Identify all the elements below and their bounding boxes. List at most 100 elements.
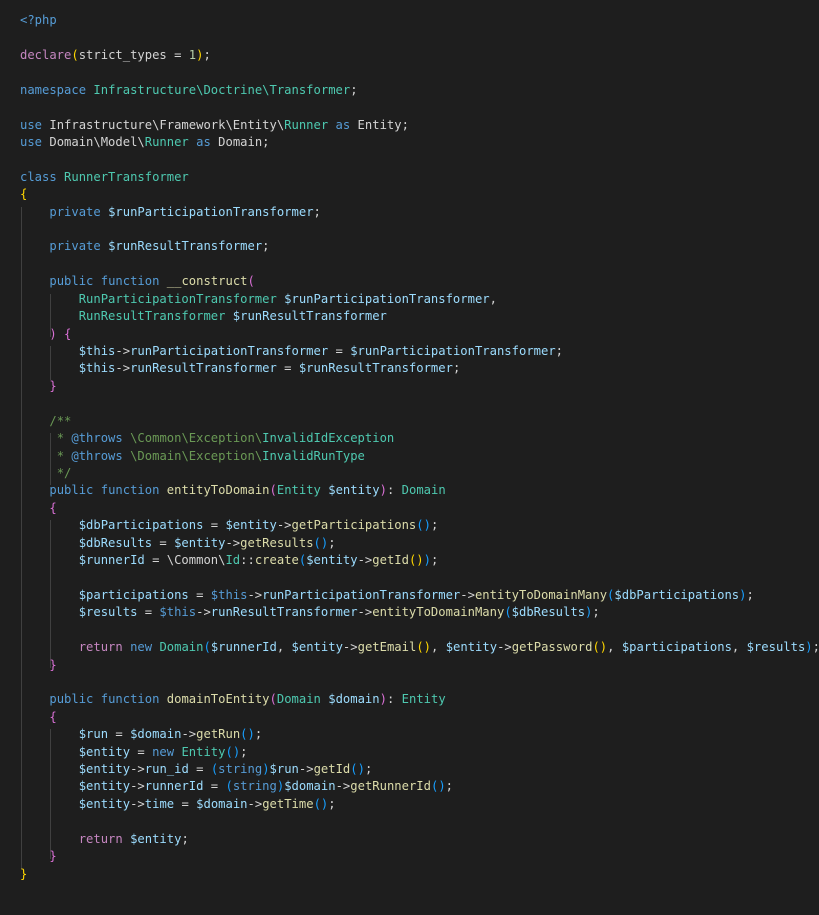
code-token: $runResultTransformer xyxy=(108,239,263,254)
code-token: -> xyxy=(460,587,475,602)
code-token: time xyxy=(144,796,175,811)
code-line-11[interactable]: { xyxy=(20,186,27,204)
code-line-19[interactable]: ) { xyxy=(20,326,71,344)
code-line-8[interactable]: use Domain\Model\Runner as Domain; xyxy=(20,134,270,152)
code-line-25[interactable]: * @throws \Common\Exception\InvalidIdExc… xyxy=(20,430,395,448)
code-line-5[interactable]: namespace Infrastructure\Doctrine\Transf… xyxy=(20,82,358,100)
code-line-14[interactable]: private $runResultTransformer; xyxy=(20,238,269,256)
code-token: return xyxy=(78,831,123,846)
code-token: , xyxy=(489,291,497,306)
code-token: entityToDomain xyxy=(166,483,270,498)
code-line-29[interactable]: { xyxy=(20,500,56,518)
code-token: Entity xyxy=(276,483,321,498)
code-token: -> xyxy=(196,605,211,620)
code-token: ; xyxy=(431,553,439,568)
code-line-35[interactable]: $results = $this->runResultTransformer->… xyxy=(20,604,600,622)
code-line-43[interactable]: $entity = new Entity(); xyxy=(20,744,248,762)
code-line-32[interactable]: $runnerId = \Common\Id::create($entity->… xyxy=(20,552,439,570)
code-token: -> xyxy=(130,796,145,811)
code-line-12[interactable]: private $runParticipationTransformer; xyxy=(20,204,321,222)
code-line-7[interactable]: use Infrastructure\Framework\Entity\Runn… xyxy=(20,117,409,135)
code-line-38[interactable]: } xyxy=(20,657,56,675)
code-token: $runResultTransformer xyxy=(232,309,387,324)
code-token: = xyxy=(152,535,175,550)
code-token: } xyxy=(49,849,57,864)
code-token: ; xyxy=(181,831,189,846)
code-line-26[interactable]: * @throws \Domain\Exception\InvalidRunTy… xyxy=(20,448,365,466)
code-token: Domain xyxy=(401,483,446,498)
code-token: -> xyxy=(276,518,292,533)
code-token: , xyxy=(731,640,747,655)
code-line-27[interactable]: */ xyxy=(20,465,72,483)
code-editor[interactable]: <?php declare(strict_types = 1); namespace… xyxy=(0,0,819,915)
code-token: $domain xyxy=(284,779,336,794)
code-line-31[interactable]: $dbResults = $entity->getResults(); xyxy=(20,535,336,553)
code-line-40[interactable]: public function domainToEntity(Domain $d… xyxy=(20,691,445,709)
code-line-21[interactable]: $this->runResultTransformer = $runResult… xyxy=(20,360,461,378)
code-line-34[interactable]: $participations = $this->runParticipatio… xyxy=(20,587,754,605)
code-token: $entity xyxy=(78,796,131,811)
code-token: = xyxy=(328,343,351,358)
code-token: = xyxy=(174,796,197,811)
code-token: $entity xyxy=(78,744,131,759)
code-line-37[interactable]: return new Domain($runnerId, $entity->ge… xyxy=(20,639,819,657)
code-line-41[interactable]: { xyxy=(20,709,56,727)
code-token: public xyxy=(49,692,94,707)
code-token: $results xyxy=(78,605,138,620)
code-token: , xyxy=(276,640,292,655)
code-line-10[interactable]: class RunnerTransformer xyxy=(20,169,189,187)
code-line-1[interactable]: <?php xyxy=(20,12,57,30)
code-line-17[interactable]: RunParticipationTransformer $runParticip… xyxy=(20,291,497,309)
code-token: Runner xyxy=(144,134,189,149)
code-token: = xyxy=(108,727,131,742)
code-line-42[interactable]: $run = $domain->getRun(); xyxy=(20,726,263,744)
code-token: -> xyxy=(115,343,131,358)
code-line-22[interactable]: } xyxy=(20,378,56,396)
code-token: new xyxy=(152,744,175,759)
code-line-18[interactable]: RunResultTransformer $runResultTransform… xyxy=(20,308,387,326)
code-line-46[interactable]: $entity->time = $domain->getTime(); xyxy=(20,796,336,814)
code-line-45[interactable]: $entity->runnerId = (string)$domain->get… xyxy=(20,778,453,796)
code-token: , xyxy=(607,640,622,655)
code-line-30[interactable]: $dbParticipations = $entity->getParticip… xyxy=(20,517,439,535)
code-line-16[interactable]: public function __construct( xyxy=(20,273,254,291)
code-token: ( xyxy=(504,605,512,620)
code-token: getEmail xyxy=(357,640,417,655)
code-token: $entity xyxy=(306,553,358,568)
code-token: $entity xyxy=(130,831,182,846)
code-token: getRun xyxy=(196,727,241,742)
code-token: -> xyxy=(298,762,314,777)
code-token: \Common\Exception\ xyxy=(130,431,263,446)
code-token: -> xyxy=(130,779,145,794)
code-line-50[interactable]: } xyxy=(20,866,27,884)
code-token: Entity xyxy=(181,744,226,759)
code-token: * xyxy=(49,448,72,463)
code-line-3[interactable]: declare(strict_types = 1); xyxy=(20,47,211,65)
code-token: ; xyxy=(313,204,321,219)
code-line-28[interactable]: public function entityToDomain(Entity $e… xyxy=(20,482,446,500)
code-line-44[interactable]: $entity->run_id = (string)$run->getId(); xyxy=(20,761,373,779)
code-token: ; xyxy=(240,744,248,759)
code-token: ; xyxy=(592,605,600,620)
code-line-49[interactable]: } xyxy=(20,848,57,866)
code-token: Domain; xyxy=(210,134,270,149)
code-line-48[interactable]: return $entity; xyxy=(20,831,189,849)
code-line-24[interactable]: /** xyxy=(20,413,71,431)
code-token: ; xyxy=(746,587,754,602)
code-line-20[interactable]: $this->runParticipationTransformer = $ru… xyxy=(20,343,563,361)
